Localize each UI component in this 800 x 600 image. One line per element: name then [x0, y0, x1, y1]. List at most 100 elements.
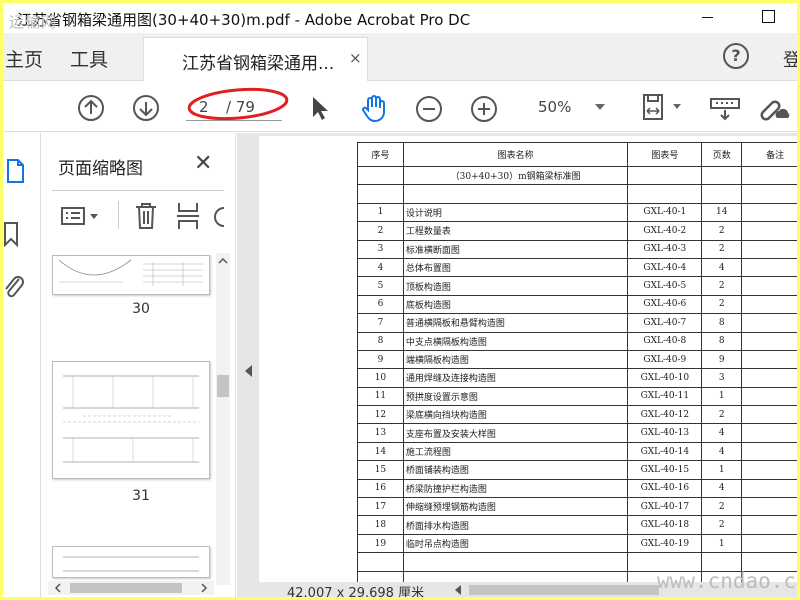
cell-remark — [741, 423, 797, 443]
scrollbar-thumb[interactable] — [70, 583, 182, 593]
next-page-icon[interactable] — [132, 94, 160, 122]
cell-remark — [741, 533, 797, 554]
cell-pages: 2 — [701, 294, 743, 315]
panel-title: 页面缩略图 — [58, 159, 143, 179]
cell-code: GXL-40-8 — [627, 331, 703, 351]
page-size-label: 42.007 x 29.698 厘米 — [287, 586, 425, 597]
previous-page-icon[interactable] — [77, 94, 105, 122]
document-tab-label: 江苏省钢箱梁通用... — [182, 54, 335, 74]
cell-pages: 2 — [701, 221, 743, 241]
cell-no: 1 — [357, 202, 404, 223]
scrollbar-thumb[interactable] — [217, 375, 229, 397]
options-menu-icon[interactable] — [60, 204, 100, 228]
cell-code: GXL-40-3 — [627, 239, 703, 259]
table-row: 13 支座布置及安装大样图 GXL-40-13 4 — [357, 423, 797, 443]
insert-page-icon[interactable] — [175, 201, 203, 231]
table-row: 14 施工流程图 GXL-40-14 4 — [357, 441, 797, 462]
tab-tools[interactable]: 工具 — [70, 45, 108, 72]
page-thumbnails-icon[interactable] — [5, 158, 25, 184]
red-annotation-ellipse — [187, 87, 289, 121]
tab-document[interactable]: 江苏省钢箱梁通用... × — [143, 37, 368, 81]
select-tool-icon[interactable] — [310, 95, 330, 121]
cell-no: 17 — [357, 497, 404, 517]
table-row: 19 临时吊点构造图 GXL-40-19 1 — [357, 533, 797, 554]
maximize-button[interactable] — [745, 3, 791, 33]
minimize-button[interactable] — [685, 3, 731, 33]
scroll-up-icon[interactable] — [216, 255, 230, 267]
sign-in-link[interactable]: 登 — [783, 46, 797, 72]
cell-name: 设计说明 — [402, 202, 629, 223]
collapse-panel-icon[interactable] — [245, 365, 252, 377]
cell-pages: 2 — [701, 515, 743, 535]
cell-pages: 8 — [701, 331, 743, 351]
column-header: 图表号 — [627, 142, 703, 167]
cell-remark — [741, 331, 797, 351]
cell-pages: 1 — [701, 533, 743, 554]
cell-no: 4 — [357, 257, 404, 278]
table-row: 6 底板构造图 GXL-40-6 2 — [357, 294, 797, 315]
hand-tool-icon[interactable] — [360, 93, 388, 123]
delete-icon[interactable] — [134, 201, 158, 231]
cell-remark — [741, 221, 797, 241]
cell-code: GXL-40-12 — [627, 405, 703, 425]
document-scrollbar-thumb[interactable] — [469, 585, 659, 595]
tab-home[interactable]: 主页 — [5, 45, 43, 72]
toolbar: 2 / 79 50% — [3, 82, 797, 132]
zoom-out-icon[interactable] — [415, 95, 443, 123]
close-panel-icon[interactable]: ✕ — [194, 151, 212, 176]
cell-code: GXL-40-7 — [627, 313, 703, 333]
cell-pages: 4 — [701, 423, 743, 443]
cell-name: 通用焊缝及连接构造图 — [402, 368, 629, 388]
thumbnail-label-31: 31 — [132, 488, 150, 504]
page-thumbnail-31[interactable] — [52, 361, 210, 479]
cell-pages: 2 — [701, 239, 743, 259]
cell-pages: 4 — [701, 478, 743, 499]
table-row: 18 桥面排水构造图 GXL-40-18 2 — [357, 515, 797, 535]
scroll-left-icon[interactable] — [455, 585, 461, 595]
cell-code: GXL-40-5 — [627, 276, 703, 296]
cell-remark — [741, 313, 797, 333]
zoom-in-icon[interactable] — [470, 95, 498, 123]
cell-pages: 2 — [701, 276, 743, 296]
table-row: 8 中支点横隔板构造图 GXL-40-8 8 — [357, 331, 797, 351]
cell-no: 15 — [357, 460, 404, 480]
chevron-down-icon[interactable] — [595, 104, 605, 110]
cell-pages: 9 — [701, 349, 743, 370]
page-thumbnail-32[interactable] — [52, 546, 210, 578]
table-header-row: 序号 图表名称 图表号 页数 备注 — [357, 142, 797, 167]
keyboard-icon[interactable] — [708, 94, 742, 122]
page-display-icon[interactable] — [639, 92, 685, 124]
cell-remark — [741, 239, 797, 259]
cell-remark — [741, 478, 797, 499]
watermark-text: www.cndao.com — [657, 569, 797, 593]
toolbar-divider — [118, 201, 119, 229]
help-icon[interactable]: ? — [723, 43, 749, 69]
cell-remark — [741, 294, 797, 315]
cell-no: 8 — [357, 331, 404, 351]
cell-remark — [741, 257, 797, 278]
attachment-icon[interactable] — [3, 273, 25, 303]
cell-name: 桥梁防撞护栏构造图 — [402, 478, 629, 499]
page-thumbnail-30[interactable] — [52, 255, 210, 295]
cell-no: 13 — [357, 423, 404, 443]
cell-pages: 2 — [701, 497, 743, 517]
scroll-left-icon[interactable] — [52, 581, 64, 595]
zoom-level[interactable]: 50% — [538, 98, 571, 116]
table-row: 16 桥梁防撞护栏构造图 GXL-40-16 4 — [357, 478, 797, 499]
thumbnail-drawing — [63, 375, 199, 463]
thumbnail-scrollbar-horizontal[interactable] — [48, 581, 214, 595]
cell-code: GXL-40-13 — [627, 423, 703, 443]
thumbnail-scrollbar-vertical[interactable] — [216, 253, 230, 585]
document-view[interactable]: 序号 图表名称 图表号 页数 备注 （30+40+30）m钢箱梁标准图 1 设计说… — [237, 133, 797, 597]
bookmark-icon[interactable] — [3, 221, 21, 247]
column-header: 序号 — [357, 142, 404, 167]
scroll-right-icon[interactable] — [198, 581, 210, 595]
table-row: 2 工程数量表 GXL-40-2 2 — [357, 221, 797, 241]
close-tab-icon[interactable]: × — [349, 49, 362, 67]
share-link-icon[interactable] — [757, 94, 791, 122]
rotate-icon[interactable] — [214, 205, 228, 229]
cell-no: 3 — [357, 239, 404, 259]
page-thumbnails-panel: 页面缩略图 ✕ 30 31 — [42, 133, 236, 597]
cell-no: 10 — [357, 368, 404, 388]
cell-name: 梁底横向挡块构造图 — [402, 405, 629, 425]
